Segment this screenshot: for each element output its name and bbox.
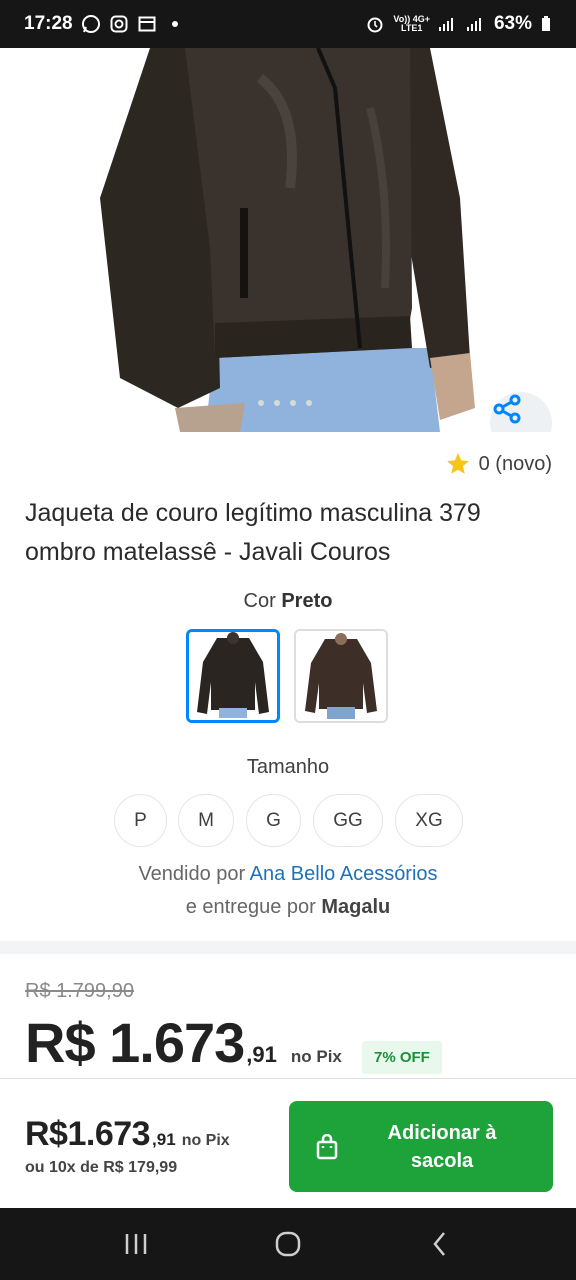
- recent-apps-button[interactable]: [116, 1224, 156, 1264]
- star-icon: [446, 453, 469, 474]
- footer-price-cents: ,91: [152, 1130, 176, 1149]
- add-to-bag-label: Adicionar à sacola: [387, 1121, 497, 1172]
- status-bar: 17:28 Vo)) 4G+ LTE1 63%: [0, 0, 576, 48]
- color-value: Preto: [281, 590, 333, 612]
- installments-text: ou 10x de R$ 179,99: [25, 1159, 178, 1176]
- color-label: Cor Preto: [243, 590, 333, 612]
- rating-text: 0 (novo): [478, 452, 552, 475]
- price-main: R$ 1.673: [25, 1011, 245, 1074]
- signal-icon: [438, 14, 458, 34]
- notification-dot-icon: [165, 14, 185, 34]
- price-cents: ,91: [246, 1042, 277, 1067]
- back-button[interactable]: [420, 1224, 460, 1264]
- swatch-jacket-image: [189, 632, 277, 720]
- signal-2-icon: [466, 14, 486, 34]
- rating[interactable]: 0 (novo): [445, 451, 552, 477]
- instagram-icon: [109, 14, 129, 34]
- jacket-photo: [100, 48, 475, 432]
- size-option-gg[interactable]: GG: [313, 794, 383, 847]
- footer-price-method: no Pix: [181, 1132, 230, 1149]
- discount-badge: 7% OFF: [362, 1041, 442, 1074]
- recent-apps-icon: [125, 1234, 147, 1254]
- home-icon: [275, 1231, 301, 1257]
- size-option-p[interactable]: P: [114, 794, 167, 847]
- color-swatch-preto[interactable]: [186, 629, 280, 723]
- section-divider: [0, 941, 576, 954]
- whatsapp-icon: [81, 14, 101, 34]
- share-icon: [493, 394, 521, 424]
- back-icon: [433, 1232, 445, 1256]
- calendar-icon: [137, 14, 157, 34]
- shopping-bag-icon: [316, 1133, 338, 1159]
- size-option-m[interactable]: M: [178, 794, 234, 847]
- swatch-jacket-image: [296, 631, 386, 721]
- size-option-xg[interactable]: XG: [395, 794, 463, 847]
- old-price: R$ 1.799,90: [25, 980, 134, 1002]
- seller-link[interactable]: Ana Bello Acessórios: [250, 863, 438, 885]
- sticky-buy-bar: R$1.673 ,91 no Pix ou 10x de R$ 179,99 A…: [0, 1078, 576, 1208]
- add-to-bag-button[interactable]: Adicionar à sacola: [289, 1101, 553, 1192]
- product-image-carousel[interactable]: [0, 48, 576, 432]
- carousel-dot[interactable]: [274, 400, 280, 406]
- size-label: Tamanho: [246, 756, 330, 778]
- delivery-name: Magalu: [321, 896, 391, 918]
- network-type-label: Vo)) 4G+ LTE1: [393, 14, 430, 33]
- color-swatch-marrom[interactable]: [294, 629, 388, 723]
- size-option-g[interactable]: G: [246, 794, 301, 847]
- carousel-dot[interactable]: [290, 400, 296, 406]
- footer-price: R$1.673 ,91 no Pix: [25, 1115, 230, 1154]
- android-nav-bar: [0, 1208, 576, 1280]
- battery-percent: 63%: [493, 13, 532, 34]
- carousel-dot[interactable]: [306, 400, 312, 406]
- product-title: Jaqueta de couro legítimo masculina 379 …: [25, 499, 481, 566]
- carousel-dots: [258, 400, 312, 406]
- carousel-dot[interactable]: [258, 400, 264, 406]
- price-block: R$ 1.673 ,91 no Pix: [25, 1010, 342, 1075]
- clock: 17:28: [24, 13, 73, 34]
- seller-info: Vendido por Ana Bello Acessórios e entre…: [138, 863, 438, 918]
- home-button[interactable]: [268, 1224, 308, 1264]
- price-method: no Pix: [290, 1047, 342, 1066]
- footer-price-main: R$1.673: [25, 1115, 151, 1153]
- alarm-icon: [365, 14, 385, 34]
- battery-icon: [540, 14, 552, 34]
